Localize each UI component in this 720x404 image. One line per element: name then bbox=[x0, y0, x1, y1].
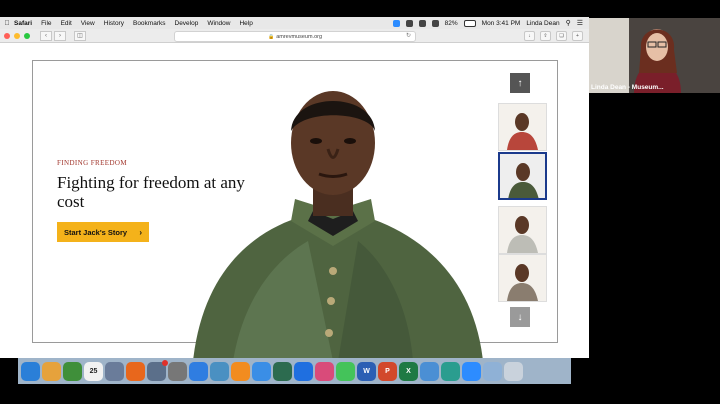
preview-icon[interactable] bbox=[105, 361, 124, 381]
powerpoint-icon[interactable]: P bbox=[378, 361, 397, 381]
safari-icon[interactable] bbox=[252, 361, 271, 381]
status-tray-icon[interactable] bbox=[405, 19, 413, 27]
start-story-label: Start Jack's Story bbox=[64, 227, 128, 237]
video-participant-tile[interactable]: Linda Dean - Museum... bbox=[589, 18, 720, 93]
scroll-down-button[interactable]: ↓ bbox=[510, 307, 530, 327]
menu-help[interactable]: Help bbox=[239, 20, 252, 27]
hero-card: FINDING FREEDOM Fighting for freedom at … bbox=[32, 60, 558, 358]
finder-icon[interactable] bbox=[21, 361, 40, 381]
thumb-woman-gray-figure bbox=[499, 207, 546, 253]
menu-bar:  Safari File Edit View History Bookmark… bbox=[0, 17, 589, 29]
menu-history[interactable]: History bbox=[104, 20, 124, 27]
menu-safari[interactable]: Safari bbox=[14, 20, 32, 27]
start-story-button[interactable]: Start Jack's Story › bbox=[57, 222, 149, 242]
scroll-up-button[interactable]: ↑ bbox=[510, 73, 530, 93]
firefox-icon[interactable] bbox=[126, 361, 145, 381]
books-icon[interactable] bbox=[231, 361, 250, 381]
menu-window[interactable]: Window bbox=[207, 20, 230, 27]
menu-bookmarks[interactable]: Bookmarks bbox=[133, 20, 166, 27]
menu-develop[interactable]: Develop bbox=[175, 20, 199, 27]
menu-edit[interactable]: Edit bbox=[61, 20, 72, 27]
thumb-woman-gray[interactable] bbox=[498, 206, 547, 254]
photos-icon[interactable] bbox=[42, 361, 61, 381]
download-icon[interactable]: ↓ bbox=[524, 31, 535, 41]
minimize-window-icon[interactable] bbox=[14, 32, 20, 39]
tabs-overview-icon[interactable]: ❏ bbox=[556, 31, 567, 41]
menu-view[interactable]: View bbox=[81, 20, 95, 27]
calendar-icon[interactable]: 25 bbox=[84, 361, 103, 381]
url-text: amrevmuseum.org bbox=[276, 33, 323, 40]
back-button[interactable]: ‹ bbox=[40, 30, 52, 41]
clock[interactable]: Mon 3:41 PM bbox=[482, 20, 521, 27]
share-icon[interactable]: ⇧ bbox=[540, 31, 551, 41]
forward-button[interactable]: › bbox=[54, 30, 66, 41]
dropbox-icon[interactable] bbox=[294, 361, 313, 381]
portrait-jack bbox=[193, 91, 483, 358]
edge-icon[interactable] bbox=[441, 361, 460, 381]
participant-name: Linda Dean - Museum... bbox=[591, 84, 664, 91]
image-capture-icon[interactable] bbox=[147, 359, 168, 381]
audio-icon[interactable] bbox=[420, 361, 439, 381]
display-icon[interactable] bbox=[483, 361, 502, 381]
bluetooth-icon[interactable] bbox=[418, 19, 426, 27]
chevron-right-icon: › bbox=[139, 227, 142, 237]
system-preferences-icon[interactable] bbox=[168, 361, 187, 381]
thumb-man-hat[interactable] bbox=[498, 254, 547, 302]
notification-center-icon[interactable]: ☰ bbox=[577, 19, 583, 27]
web-page: FINDING FREEDOM Fighting for freedom at … bbox=[0, 43, 589, 358]
lock-icon: 🔒 bbox=[267, 33, 275, 40]
new-tab-icon[interactable]: + bbox=[572, 31, 583, 41]
firefox-dev-icon[interactable] bbox=[315, 361, 334, 381]
thumb-man-hat-figure bbox=[499, 255, 546, 301]
spotlight-icon[interactable]: ⚲ bbox=[566, 19, 571, 27]
app-store-icon[interactable] bbox=[189, 361, 208, 381]
close-window-icon[interactable] bbox=[4, 32, 10, 39]
apple-icon[interactable]:  bbox=[0, 20, 14, 27]
zoom-icon[interactable] bbox=[462, 361, 481, 381]
dock: 25 W P X bbox=[18, 358, 571, 384]
battery-percent[interactable]: 82% bbox=[445, 20, 458, 27]
reload-icon[interactable]: ↻ bbox=[406, 32, 411, 39]
participant-video-feed bbox=[589, 18, 720, 93]
address-bar[interactable]: 🔒 amrevmuseum.org ↻ bbox=[174, 31, 416, 42]
sidebar-icon[interactable]: ◫ bbox=[74, 30, 86, 41]
zoom-window-icon[interactable] bbox=[24, 32, 30, 39]
menu-file[interactable]: File bbox=[41, 20, 51, 27]
zoom-tray-icon[interactable] bbox=[392, 19, 400, 27]
word-icon[interactable]: W bbox=[357, 361, 376, 381]
wifi-icon[interactable] bbox=[431, 19, 439, 27]
user-name[interactable]: Linda Dean bbox=[526, 20, 559, 27]
thumb-woman-red-dress[interactable] bbox=[498, 103, 547, 151]
hero-kicker: FINDING FREEDOM bbox=[57, 159, 127, 167]
gallery-icon[interactable] bbox=[210, 361, 229, 381]
messages-icon[interactable] bbox=[336, 361, 355, 381]
thumb-woman-red-dress-figure bbox=[499, 104, 546, 150]
chrome-icon[interactable] bbox=[63, 361, 82, 381]
trash-icon[interactable] bbox=[504, 361, 523, 381]
thumb-jack-figure bbox=[500, 154, 545, 198]
excel-icon[interactable]: X bbox=[399, 361, 418, 381]
browser-toolbar: ‹ › ◫ 🔒 amrevmuseum.org ↻ ↓ ⇧ ❏ + bbox=[0, 29, 589, 43]
battery-icon bbox=[463, 19, 476, 27]
time-machine-icon[interactable] bbox=[273, 361, 292, 381]
thumb-jack[interactable] bbox=[498, 152, 547, 200]
